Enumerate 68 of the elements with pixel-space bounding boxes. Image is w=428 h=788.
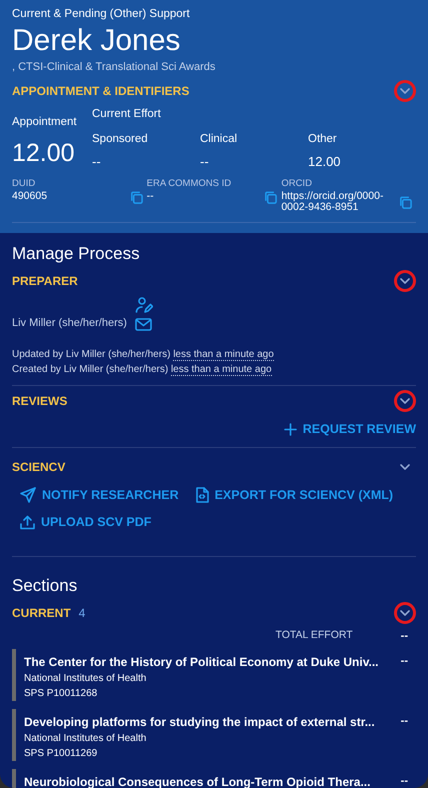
award-title: Developing platforms for studying the impact of external str...	[24, 714, 375, 731]
section-heading: SCIENCV	[12, 459, 66, 476]
section-heading: APPOINTMENT & IDENTIFIERS	[12, 82, 190, 100]
action-link[interactable]: REQUEST REVIEW	[284, 420, 416, 440]
identifier-value: 490605	[12, 191, 48, 204]
effort-label: Other	[308, 132, 338, 147]
copy-icon[interactable]	[130, 190, 143, 204]
affiliation-text: , CTSI-Clinical & Translational Sci Awards	[12, 60, 216, 76]
award-item[interactable]: Neurobiological Consequences of Long-Term Opioid Thera... --	[12, 768, 416, 788]
expand-toggle[interactable]	[394, 270, 416, 292]
file-code-icon	[194, 487, 209, 504]
chevron-down-icon	[400, 610, 410, 616]
current-effort-label: Current Effort	[92, 106, 162, 122]
appointment-label: Appointment	[12, 114, 78, 130]
action-link[interactable]: EXPORT FOR SCIENCV (XML)	[194, 486, 394, 505]
person-edit-icon[interactable]	[134, 296, 153, 314]
identifier-label: DUID	[12, 176, 36, 190]
effort-value: --	[400, 714, 409, 729]
chevron-down-icon	[400, 278, 410, 284]
sponsor-text: National Institutes of Health	[24, 672, 148, 686]
timestamp-link[interactable]: less than a minute ago	[173, 349, 274, 362]
effort-value: --	[400, 654, 409, 669]
effort-label: Sponsored	[92, 132, 149, 147]
award-title: Neurobiological Consequences of Long-Term Opioid Thera...	[24, 774, 370, 788]
history-line: Created by Liv Miller (she/her/hers) less than a minute ago	[12, 363, 273, 378]
expand-toggle[interactable]	[394, 390, 416, 412]
count-text: 4	[78, 605, 86, 622]
effort-value: --	[400, 774, 409, 788]
total-effort-label: TOTAL EFFORT	[275, 628, 353, 644]
effort-value: --	[92, 153, 102, 172]
preparer-name: Liv Miller (she/her/hers)	[12, 316, 127, 331]
person-name: Derek Jones	[12, 23, 182, 60]
page-subtitle: Current & Pending (Other) Support	[12, 7, 191, 22]
history-line: Updated by Liv Miller (she/her/hers) less than a minute ago	[12, 348, 275, 362]
effort-label: Clinical	[200, 132, 238, 147]
expand-toggle[interactable]	[394, 602, 416, 624]
effort-value: 12.00	[308, 153, 342, 172]
identifier-value: --	[146, 191, 154, 204]
section-title: Manage Process	[12, 242, 141, 265]
copy-icon[interactable]	[264, 190, 278, 204]
award-title: The Center for the History of Political Economy at Duke Univ...	[24, 654, 379, 671]
award-id: SPS P10011269	[24, 746, 98, 761]
section-heading: PREPARER	[12, 273, 78, 290]
award-item[interactable]: Developing platforms for studying the impact of external str... National Institutes of Health SPS P10011269 --	[12, 708, 416, 761]
expand-toggle[interactable]	[394, 80, 416, 102]
appointment-value: 12.00	[12, 138, 76, 169]
section-title: Sections	[12, 574, 78, 597]
section-heading: CURRENT	[12, 605, 71, 622]
copy-icon[interactable]	[398, 196, 412, 209]
award-item[interactable]: The Center for the History of Political Economy at Duke Univ... National Institutes of Health SPS P10011268 --	[12, 648, 416, 701]
send-icon	[20, 487, 36, 504]
effort-value: --	[200, 153, 210, 172]
timestamp-link[interactable]: less than a minute ago	[170, 364, 272, 376]
plus-icon	[284, 423, 297, 436]
sponsor-text: National Institutes of Health	[24, 732, 148, 746]
upload-icon	[20, 514, 35, 530]
identifier-label: ERA COMMONS ID	[146, 176, 232, 190]
award-id: SPS P10011268	[24, 686, 98, 701]
mail-icon[interactable]	[134, 318, 153, 332]
identifier-value: https://orcid.org/0000-0002-9436-8951	[281, 190, 384, 214]
identifier-label: ORCID	[281, 176, 313, 190]
chevron-down-icon	[400, 88, 410, 94]
chevron-down-icon	[400, 398, 410, 404]
action-link[interactable]: NOTIFY RESEARCHER	[20, 486, 179, 505]
section-heading: REVIEWS	[12, 393, 68, 410]
total-effort-value: --	[400, 629, 408, 644]
action-link[interactable]: UPLOAD SCV PDF	[20, 512, 152, 532]
chevron-down-icon	[400, 464, 410, 470]
